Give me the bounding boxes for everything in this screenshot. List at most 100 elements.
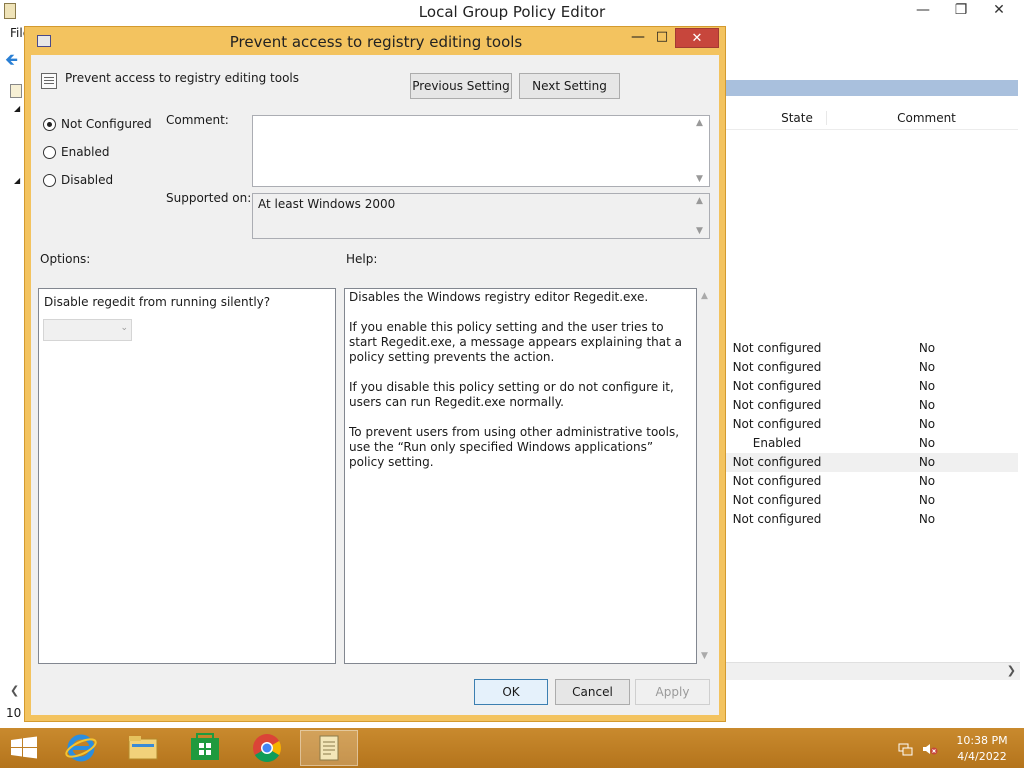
supported-scrollbar[interactable]: ▲ ▼ [693,194,709,238]
table-row[interactable]: Not configured No [722,415,1018,434]
start-icon[interactable] [0,730,58,766]
radio-button[interactable] [43,146,56,159]
volume-muted-icon[interactable] [922,742,938,756]
table-row[interactable]: Not configured No [722,396,1018,415]
tree-node-icon [10,84,22,98]
scroll-down-icon[interactable]: ▼ [696,174,703,184]
dialog-titlebar: Prevent access to registry editing tools… [25,27,725,55]
column-header-comment[interactable]: Comment [826,111,1024,125]
list-column-headers: State Comment [722,106,1018,130]
main-minimize-button[interactable]: — [906,0,940,22]
chrome-icon[interactable] [238,730,296,766]
next-setting-button[interactable]: Next Setting [519,73,620,99]
column-header-state[interactable]: State [764,111,830,125]
table-row[interactable]: Not configured No [722,472,1018,491]
row-state: Enabled [752,436,802,450]
help-label: Help: [346,252,378,266]
table-row[interactable]: Not configured No [722,339,1018,358]
row-state: Not configured [732,360,822,374]
radio-button[interactable] [43,174,56,187]
chevron-down-icon[interactable]: ⌄ [120,323,128,333]
help-scrollbar[interactable]: ▲ ▼ [697,288,713,664]
help-paragraph: If you enable this policy setting and th… [349,320,682,364]
tree-expand-icon[interactable]: ◢ [14,104,20,113]
tree-expand-icon[interactable]: ◢ [14,176,20,185]
setting-icon [41,73,57,89]
supported-on-value: At least Windows 2000 [258,197,396,211]
group-policy-editor-icon[interactable] [301,731,357,765]
previous-setting-button[interactable]: Previous Setting [410,73,512,99]
help-paragraph: To prevent users from using other admini… [349,425,680,469]
row-state: Not configured [732,398,822,412]
row-comment: No [918,512,936,526]
scroll-down-icon[interactable]: ▼ [696,226,703,236]
taskbar [0,728,1024,768]
row-comment: No [918,360,936,374]
options-label: Options: [40,252,91,266]
radio-label: Not Configured [61,117,152,131]
file-explorer-icon[interactable] [114,730,172,766]
main-close-button[interactable]: ✕ [982,0,1016,22]
options-panel: Disable regedit from running silently? ⌄ [38,288,336,664]
dialog-minimize-button[interactable]: — [627,29,649,49]
network-icon[interactable] [898,742,914,756]
scroll-right-icon[interactable]: ❯ [1007,664,1016,677]
internet-explorer-icon[interactable] [52,730,110,766]
scroll-up-icon[interactable]: ▲ [696,118,703,128]
policy-list: Not configured No Not configured No Not conf… [722,339,1018,529]
dialog-maximize-button[interactable]: □ [651,29,673,49]
comment-label: Comment: [166,113,229,127]
main-titlebar: Local Group Policy Editor — ❐ ✕ [0,0,1024,24]
apply-button[interactable]: Apply [635,679,710,705]
taskbar-chrome[interactable] [238,730,296,766]
row-state: Not configured [732,417,822,431]
setting-name: Prevent access to registry editing tools [65,71,299,85]
options-dropdown[interactable]: ⌄ [43,319,132,341]
tree-scroll-left-icon[interactable]: ❮ [10,684,19,697]
options-question: Disable regedit from running silently? [44,295,271,309]
clock-date[interactable]: 4/4/2022 [948,750,1016,763]
row-state: Not configured [732,474,822,488]
table-row[interactable]: Not configured No [722,358,1018,377]
ok-button[interactable]: OK [474,679,548,705]
table-row[interactable]: Not configured No [722,510,1018,529]
taskbar-file-explorer[interactable] [114,730,172,766]
row-comment: No [918,417,936,431]
main-window-title: Local Group Policy Editor [418,3,606,21]
row-state: Not configured [732,379,822,393]
row-state: Not configured [732,455,822,469]
clock-time[interactable]: 10:38 PM [948,734,1016,747]
system-tray: 10:38 PM 4/4/2022 [890,732,1024,766]
list-horizontal-scrollbar[interactable]: ❯ [722,662,1020,680]
policy-setting-dialog: Prevent access to registry editing tools… [24,26,726,722]
row-state: Not configured [732,493,822,507]
supported-on-label: Supported on: [166,191,252,205]
taskbar-store[interactable] [176,730,234,766]
row-comment: No [918,455,936,469]
back-arrow-icon[interactable]: 🡸 [5,49,18,76]
dialog-close-button[interactable]: ✕ [675,28,719,48]
taskbar-group-policy-editor[interactable] [300,730,358,766]
start-button[interactable] [0,730,58,766]
store-icon[interactable] [176,730,234,766]
table-row[interactable]: Not configured No [722,491,1018,510]
scroll-up-icon[interactable]: ▲ [701,291,708,301]
table-row[interactable]: Not configured No [722,453,1018,472]
dialog-body: Prevent access to registry editing tools… [31,55,719,715]
cancel-button[interactable]: Cancel [555,679,630,705]
table-row[interactable]: Not configured No [722,377,1018,396]
supported-on-field: At least Windows 2000 ▲ ▼ [252,193,710,239]
radio-button-selected[interactable] [43,118,56,131]
row-state: Not configured [732,512,822,526]
scroll-down-icon[interactable]: ▼ [701,651,708,661]
scroll-up-icon[interactable]: ▲ [696,196,703,206]
table-row[interactable]: Enabled No [722,434,1018,453]
comment-scrollbar[interactable]: ▲ ▼ [693,116,709,186]
row-comment: No [918,436,936,450]
main-restore-button[interactable]: ❐ [944,0,978,22]
list-header-strip [722,80,1018,96]
help-paragraph: Disables the Windows registry editor Reg… [349,290,649,304]
taskbar-internet-explorer[interactable] [52,730,110,766]
comment-textarea[interactable]: ▲ ▼ [252,115,710,187]
row-state: Not configured [732,341,822,355]
